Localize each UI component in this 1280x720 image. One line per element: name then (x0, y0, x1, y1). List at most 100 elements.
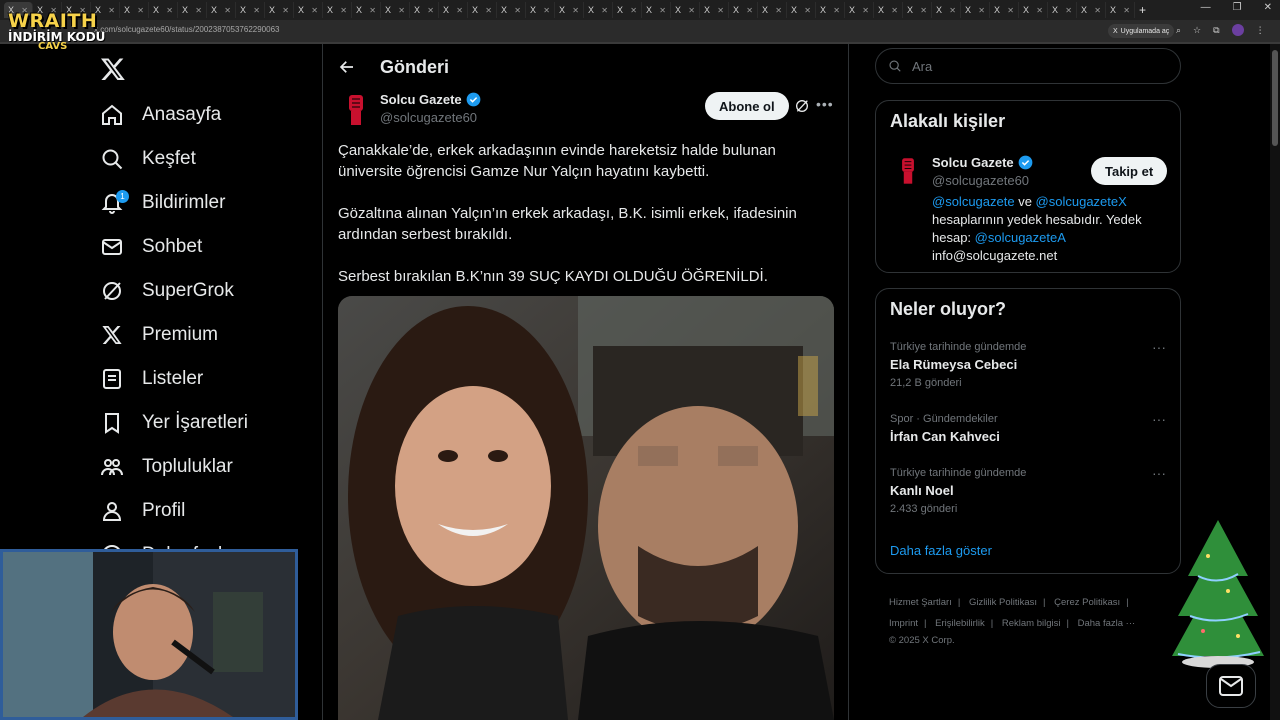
close-icon[interactable]: ✕ (717, 6, 724, 15)
author-avatar[interactable] (338, 92, 374, 128)
browser-tab[interactable]: X ✕ (845, 2, 874, 18)
browser-tab[interactable]: X ✕ (584, 2, 613, 18)
close-icon[interactable]: ✕ (340, 6, 347, 15)
minimize-icon[interactable]: — (1201, 2, 1211, 13)
close-icon[interactable]: ✕ (920, 6, 927, 15)
nav-item-premium[interactable]: Premium (100, 320, 218, 350)
messages-button[interactable] (1206, 664, 1256, 708)
show-more-link[interactable]: Daha fazla göster (890, 543, 992, 558)
footer-link[interactable]: Gizlilik Politikası (969, 597, 1037, 608)
close-icon[interactable]: ✕ (804, 6, 811, 15)
browser-tab[interactable]: X ✕ (671, 2, 700, 18)
close-icon[interactable]: ✕ (978, 6, 985, 15)
close-icon[interactable]: ✕ (108, 6, 115, 15)
footer-link[interactable]: Imprint (889, 618, 918, 629)
browser-tab[interactable]: X ✕ (323, 2, 352, 18)
close-icon[interactable]: ✕ (891, 6, 898, 15)
browser-tab[interactable]: X ✕ (149, 2, 178, 18)
nav-item-explore[interactable]: Keşfet (100, 144, 196, 174)
browser-tab[interactable]: X ✕ (903, 2, 932, 18)
close-icon[interactable]: ✕ (1065, 6, 1072, 15)
more-options-icon[interactable]: ••• (816, 96, 834, 112)
restore-icon[interactable]: ❐ (1233, 2, 1242, 13)
close-icon[interactable]: ✕ (166, 6, 173, 15)
window-close-icon[interactable]: ✕ (1264, 2, 1272, 13)
close-icon[interactable]: ✕ (601, 6, 608, 15)
close-icon[interactable]: ✕ (862, 6, 869, 15)
subscribe-button[interactable]: Abone ol (705, 92, 789, 120)
close-icon[interactable]: ✕ (398, 6, 405, 15)
close-icon[interactable]: ✕ (137, 6, 144, 15)
browser-tab[interactable]: X ✕ (1077, 2, 1106, 18)
scrollbar-thumb[interactable] (1272, 50, 1278, 146)
close-icon[interactable]: ✕ (1036, 6, 1043, 15)
trend-item[interactable]: Türkiye tarihinde gündemde Ela Rümeysa C… (890, 339, 1166, 389)
browser-tab[interactable]: X ✕ (729, 2, 758, 18)
browser-tab[interactable]: X ✕ (758, 2, 787, 18)
close-icon[interactable]: ✕ (688, 6, 695, 15)
page-scrollbar[interactable] (1270, 44, 1280, 720)
browser-tab[interactable]: X ✕ (932, 2, 961, 18)
close-icon[interactable]: ✕ (456, 6, 463, 15)
browser-tab[interactable]: X ✕ (207, 2, 236, 18)
related-handle[interactable]: @solcugazete60 (932, 173, 1029, 188)
browser-tab[interactable]: X ✕ (1106, 2, 1135, 18)
close-icon[interactable]: ✕ (224, 6, 231, 15)
url-field[interactable]: x.com/solcugazete60/status/2002387053762… (94, 25, 279, 34)
browser-tab[interactable]: X ✕ (381, 2, 410, 18)
bio-link[interactable]: @solcugazeteA (975, 230, 1066, 245)
close-icon[interactable]: ✕ (775, 6, 782, 15)
nav-item-communities[interactable]: Topluluklar (100, 452, 233, 482)
more-options-icon[interactable]: ··· (1152, 465, 1166, 481)
nav-item-chat[interactable]: Sohbet (100, 232, 202, 262)
browser-tab[interactable]: X ✕ (236, 2, 265, 18)
browser-tab[interactable]: X ✕ (468, 2, 497, 18)
browser-tab[interactable]: X ✕ (1019, 2, 1048, 18)
open-in-app-button[interactable]: X Uygulamada aç (1108, 24, 1175, 38)
browser-tab[interactable]: X ✕ (497, 2, 526, 18)
follow-button[interactable]: Takip et (1091, 157, 1168, 185)
close-icon[interactable]: ✕ (543, 6, 550, 15)
grok-icon[interactable] (794, 98, 810, 114)
browser-tab[interactable]: X ✕ (961, 2, 990, 18)
bio-link[interactable]: @solcugazete (932, 194, 1015, 209)
footer-link[interactable]: Reklam bilgisi (1002, 618, 1061, 629)
post-photo[interactable] (338, 296, 834, 720)
related-name[interactable]: Solcu Gazete (932, 155, 1033, 170)
close-icon[interactable]: ✕ (746, 6, 753, 15)
browser-tab[interactable]: X ✕ (700, 2, 729, 18)
close-icon[interactable]: ✕ (1123, 6, 1130, 15)
footer-link[interactable]: Daha fazla ··· (1078, 618, 1136, 629)
close-icon[interactable]: ✕ (282, 6, 289, 15)
author-handle[interactable]: @solcugazete60 (380, 110, 477, 125)
browser-tab[interactable]: X ✕ (439, 2, 468, 18)
browser-tab[interactable]: X ✕ (787, 2, 816, 18)
browser-menu-icon[interactable]: ⋮ (1256, 25, 1265, 36)
nav-item-notifications[interactable]: 1 Bildirimler (100, 188, 225, 218)
star-icon[interactable]: ☆ (1193, 25, 1201, 36)
footer-link[interactable]: Hizmet Şartları (889, 597, 952, 608)
nav-item-home[interactable]: Anasayfa (100, 100, 221, 130)
close-icon[interactable]: ✕ (427, 6, 434, 15)
extensions-icon[interactable]: ⧉ (1213, 25, 1219, 36)
browser-tab[interactable]: X ✕ (613, 2, 642, 18)
browser-tab[interactable]: X ✕ (526, 2, 555, 18)
related-avatar[interactable] (890, 153, 926, 189)
new-tab-icon[interactable]: + (1139, 3, 1146, 17)
browser-tab[interactable]: X ✕ (410, 2, 439, 18)
zoom-icon[interactable]: ⌕ (1176, 25, 1181, 36)
nav-item-profile[interactable]: Profil (100, 496, 185, 526)
nav-item-bookmarks[interactable]: Yer İşaretleri (100, 408, 248, 438)
more-options-icon[interactable]: ··· (1152, 339, 1166, 355)
search-box[interactable]: Ara (875, 48, 1181, 84)
close-icon[interactable]: ✕ (659, 6, 666, 15)
browser-tab[interactable]: X ✕ (294, 2, 323, 18)
browser-tab[interactable]: X ✕ (120, 2, 149, 18)
close-icon[interactable]: ✕ (195, 6, 202, 15)
close-icon[interactable]: ✕ (833, 6, 840, 15)
back-arrow-icon[interactable] (338, 58, 356, 76)
close-icon[interactable]: ✕ (572, 6, 579, 15)
browser-tab[interactable]: X ✕ (816, 2, 845, 18)
author-name[interactable]: Solcu Gazete (380, 92, 481, 107)
browser-tab[interactable]: X ✕ (642, 2, 671, 18)
